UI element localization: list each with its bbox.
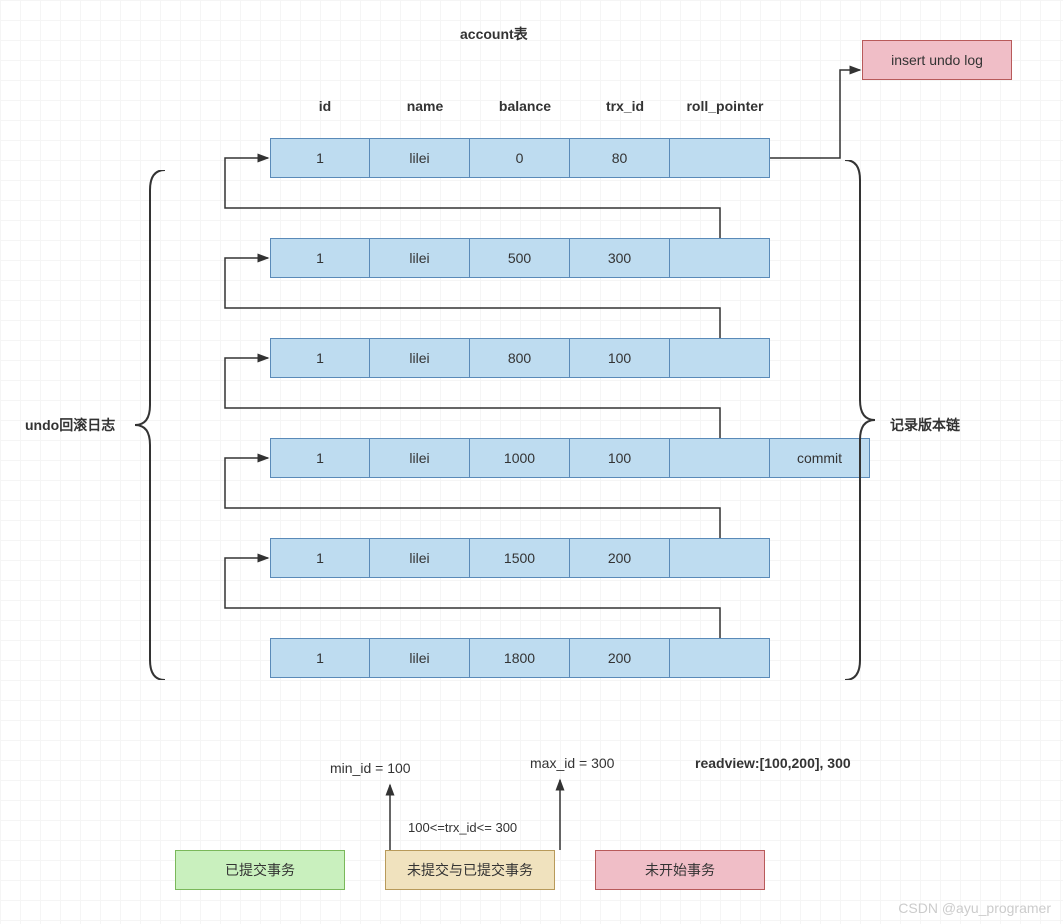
legend-notstarted: 未开始事务 <box>595 850 765 890</box>
watermark: CSDN @ayu_programer <box>898 900 1051 916</box>
legend-committed: 已提交事务 <box>175 850 345 890</box>
legend-mixed: 未提交与已提交事务 <box>385 850 555 890</box>
bottom-arrows <box>0 0 1063 924</box>
